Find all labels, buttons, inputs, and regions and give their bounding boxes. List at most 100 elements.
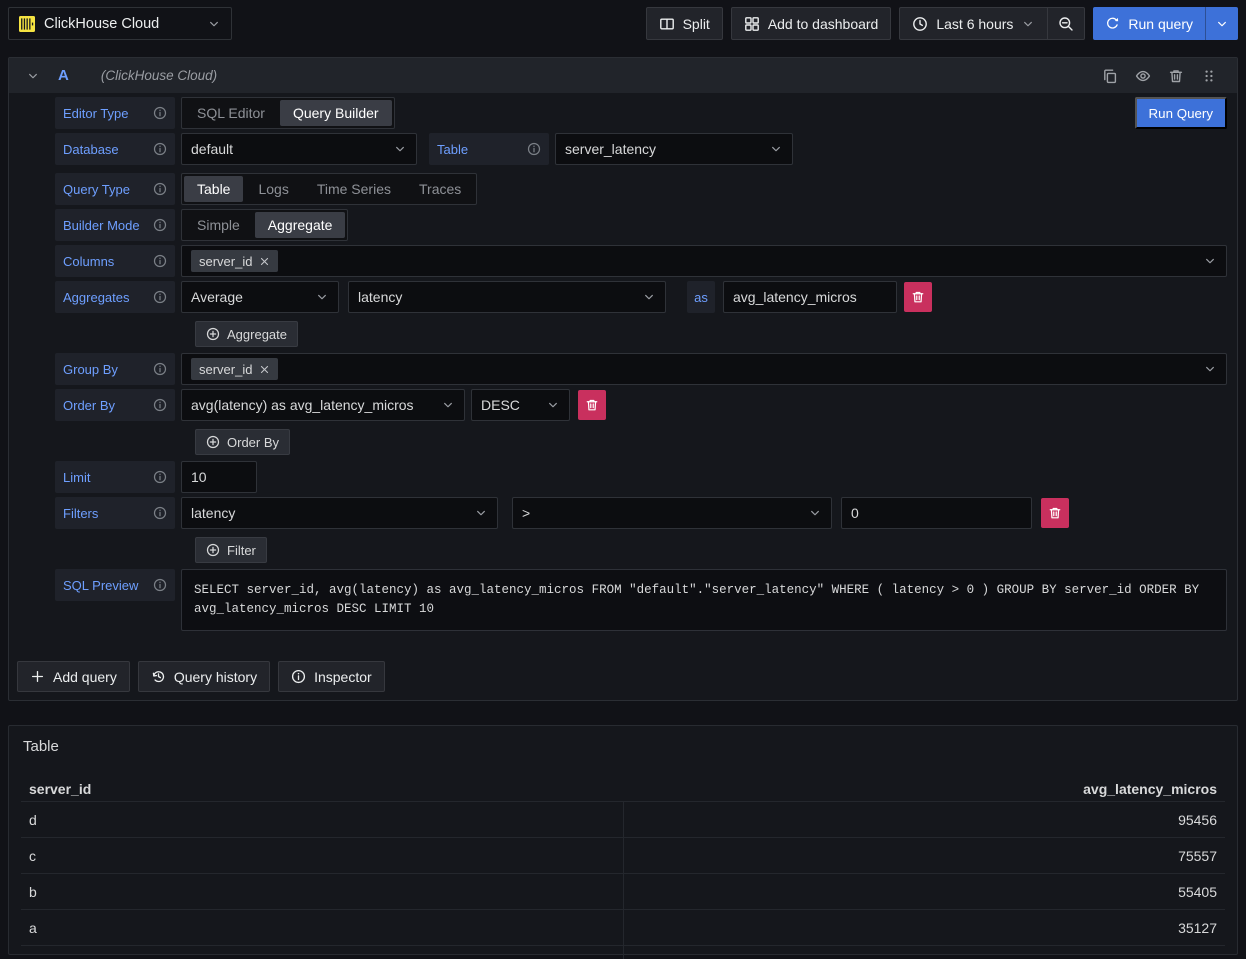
run-query-interval-dropdown[interactable] [1205,7,1238,40]
filter-value-input[interactable] [841,497,1032,529]
limit-input[interactable] [181,461,257,493]
query-history-button[interactable]: Query history [138,661,270,692]
info-icon [153,106,167,120]
editor-type-option-builder[interactable]: Query Builder [280,100,392,126]
chevron-down-icon [1203,362,1217,376]
remove-query-icon[interactable] [1168,68,1184,84]
plus-icon [30,669,45,684]
info-icon [153,362,167,376]
datasource-picker[interactable]: ClickHouse Cloud [8,7,232,40]
info-icon [153,578,167,592]
chevron-down-icon [808,506,822,520]
order-by-direction-select[interactable]: DESC [471,389,570,421]
time-range-button[interactable]: Last 6 hours [899,7,1048,40]
editor-type-row: Editor Type SQL Editor Query Builder Run… [55,97,1227,129]
column-header-avg-latency[interactable]: avg_latency_micros [623,781,1225,797]
split-icon [659,16,675,32]
column-header-server-id[interactable]: server_id [21,781,623,797]
chevron-down-icon [1215,17,1229,31]
as-keyword-label: as [687,281,715,313]
filters-row: Filters latency > [55,497,1227,529]
chevron-down-icon [441,398,455,412]
editor-type-switch: SQL Editor Query Builder [181,97,395,129]
history-icon [151,669,166,684]
add-query-button[interactable]: Add query [17,661,130,692]
duplicate-query-icon[interactable] [1102,68,1118,84]
query-type-option-timeseries[interactable]: Time Series [304,176,404,202]
aggregate-function-select[interactable]: Average [181,281,339,313]
add-order-by-button[interactable]: Order By [195,429,290,455]
plus-circle-icon [206,543,220,557]
dashboard-grid-icon [744,16,760,32]
run-query-button[interactable]: Run query [1093,7,1205,40]
info-icon [153,142,167,156]
editor-type-label: Editor Type [55,97,175,129]
database-row: Database default Table server_latency [55,133,1227,165]
query-type-switch: Table Logs Time Series Traces [181,173,477,205]
table-result-panel: Table server_id avg_latency_micros d 954… [8,725,1238,955]
add-aggregate-row: Aggregate [55,317,1227,353]
collapse-query-icon[interactable] [26,69,40,83]
aggregate-alias-input[interactable] [723,281,897,313]
query-type-option-traces[interactable]: Traces [406,176,474,202]
database-select[interactable]: default [181,133,417,165]
order-by-field-select[interactable]: avg(latency) as avg_latency_micros [181,389,465,421]
query-type-option-table[interactable]: Table [184,176,243,202]
builder-mode-row: Builder Mode Simple Aggregate [55,209,1227,241]
chevron-down-icon [315,290,329,304]
chevron-down-icon [1021,17,1035,31]
query-type-option-logs[interactable]: Logs [245,176,301,202]
filter-operator-select[interactable]: > [512,497,832,529]
builder-mode-option-simple[interactable]: Simple [184,212,253,238]
remove-order-by-button[interactable] [578,390,606,420]
remove-aggregate-button[interactable] [904,282,932,312]
toggle-visibility-icon[interactable] [1135,68,1151,84]
remove-filter-button[interactable] [1041,498,1069,528]
add-to-dashboard-button[interactable]: Add to dashboard [731,7,892,40]
run-query-split-button: Run query [1093,7,1238,40]
columns-label: Columns [55,245,175,277]
zoom-out-time-button[interactable] [1048,7,1085,40]
query-ref-id[interactable]: A [58,67,69,84]
clickhouse-logo-icon [19,16,35,32]
table-label: Table [429,133,549,165]
columns-row: Columns server_id [55,245,1227,277]
info-icon [153,470,167,484]
remove-chip-icon[interactable] [259,256,270,267]
time-picker-group: Last 6 hours [899,7,1085,40]
aggregate-column-select[interactable]: latency [348,281,666,313]
chevron-down-icon [474,506,488,520]
plus-circle-icon [206,435,220,449]
query-datasource-hint: (ClickHouse Cloud) [101,68,1102,83]
inspector-button[interactable]: Inspector [278,661,385,692]
info-icon [153,182,167,196]
editor-type-option-sql[interactable]: SQL Editor [184,100,278,126]
info-icon [527,142,541,156]
trash-icon [1048,506,1062,520]
remove-chip-icon[interactable] [259,364,270,375]
sql-preview-row: SQL Preview SELECT server_id, avg(latenc… [55,569,1227,631]
columns-chip-server-id: server_id [191,250,278,272]
group-by-multiselect[interactable]: server_id [181,353,1227,385]
table-select[interactable]: server_latency [555,133,793,165]
group-by-row: Group By server_id [55,353,1227,385]
info-icon [153,218,167,232]
run-query-editor-button[interactable]: Run Query [1135,97,1227,129]
query-builder-form: Editor Type SQL Editor Query Builder Run… [9,93,1237,631]
drag-handle-icon[interactable] [1201,68,1217,84]
add-filter-button[interactable]: Filter [195,537,267,563]
toolbar-actions: Split Add to dashboard Last 6 hours Run … [646,7,1238,40]
columns-multiselect[interactable]: server_id [181,245,1227,277]
trash-icon [911,290,925,304]
builder-mode-option-aggregate[interactable]: Aggregate [255,212,346,238]
panel-title: Table [23,738,1225,755]
limit-label: Limit [55,461,175,493]
add-aggregate-button[interactable]: Aggregate [195,321,298,347]
filter-column-select[interactable]: latency [181,497,498,529]
clock-icon [912,16,928,32]
group-by-chip-server-id: server_id [191,358,278,380]
order-by-row: Order By avg(latency) as avg_latency_mic… [55,389,1227,421]
split-button[interactable]: Split [646,7,723,40]
zoom-out-icon [1058,16,1074,32]
aggregates-row: Aggregates Average latency as [55,281,1227,313]
